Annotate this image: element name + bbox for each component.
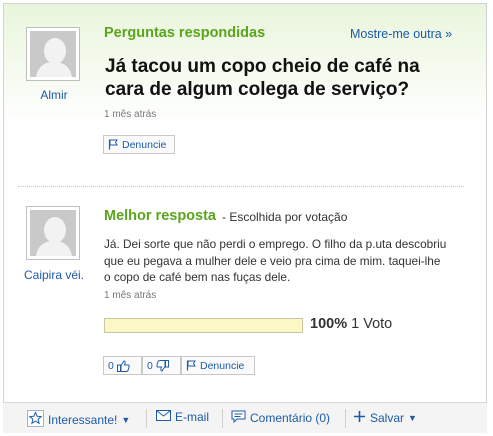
answerer-name[interactable]: Caipira véi.: [18, 268, 90, 282]
vote-count: 1 Voto: [351, 316, 393, 332]
question-text: Já tacou um copo cheio de café na cara d…: [105, 56, 420, 100]
speech-bubble-icon: [231, 410, 246, 426]
question-time: 1 mês atrás: [104, 109, 157, 120]
section-title: Perguntas respondidas: [104, 25, 266, 41]
toolbar-separator: [222, 409, 223, 428]
vote-bar: [104, 318, 303, 333]
email-button[interactable]: E-mail: [156, 410, 209, 424]
user-silhouette-icon: [30, 31, 76, 77]
answerer-avatar[interactable]: [26, 206, 80, 260]
show-another-link[interactable]: Mostre-me outra »: [350, 27, 452, 41]
toolbar-separator: [345, 409, 346, 428]
report-question-label: Denuncie: [122, 138, 167, 151]
answer-time: 1 mês atrás: [104, 290, 157, 301]
report-answer-button[interactable]: Denuncie: [181, 356, 255, 375]
vote-result: 100% 1 Voto: [310, 316, 392, 332]
save-label: Salvar: [370, 411, 405, 425]
flag-icon: [186, 360, 197, 371]
comment-label: Comentário (0): [250, 411, 331, 425]
envelope-icon: [156, 410, 171, 424]
chevron-down-icon: ▼: [408, 413, 417, 423]
comment-button[interactable]: Comentário (0): [231, 410, 330, 426]
thumbs-up-icon: [116, 359, 130, 372]
vote-bar-fill: [105, 319, 302, 332]
best-answer-title: Melhor resposta: [104, 208, 216, 224]
email-label: E-mail: [175, 410, 210, 424]
chosen-by-label: - Escolhida por votação: [222, 210, 348, 224]
asker-name[interactable]: Almir: [26, 88, 82, 102]
thumbs-up-button[interactable]: 0: [103, 356, 142, 375]
flag-icon: [108, 139, 119, 150]
chevron-down-icon: ▼: [121, 415, 131, 425]
thumbs-up-count: 0: [108, 359, 114, 372]
asker-avatar[interactable]: [26, 27, 80, 81]
thumbs-down-icon: [156, 359, 169, 372]
user-silhouette-icon: [30, 210, 76, 256]
star-icon: [27, 410, 44, 430]
answer-text: Já. Dei sorte que não perdi o emprego. O…: [104, 237, 447, 284]
section-divider: [18, 186, 464, 187]
report-question-button[interactable]: Denuncie: [103, 135, 175, 154]
thumbs-down-count: 0: [147, 359, 153, 372]
vote-percent: 100%: [310, 316, 348, 332]
plus-icon: [353, 410, 366, 426]
report-answer-label: Denuncie: [200, 359, 245, 372]
interesting-label: Interessante!: [48, 413, 118, 427]
action-toolbar: Interessante! ▼ E-mail Comentário (0) Sa…: [3, 402, 487, 433]
save-button[interactable]: Salvar ▼: [353, 410, 417, 426]
interesting-button[interactable]: Interessante! ▼: [27, 410, 130, 430]
toolbar-separator: [146, 409, 147, 428]
thumbs-down-button[interactable]: 0: [142, 356, 181, 375]
